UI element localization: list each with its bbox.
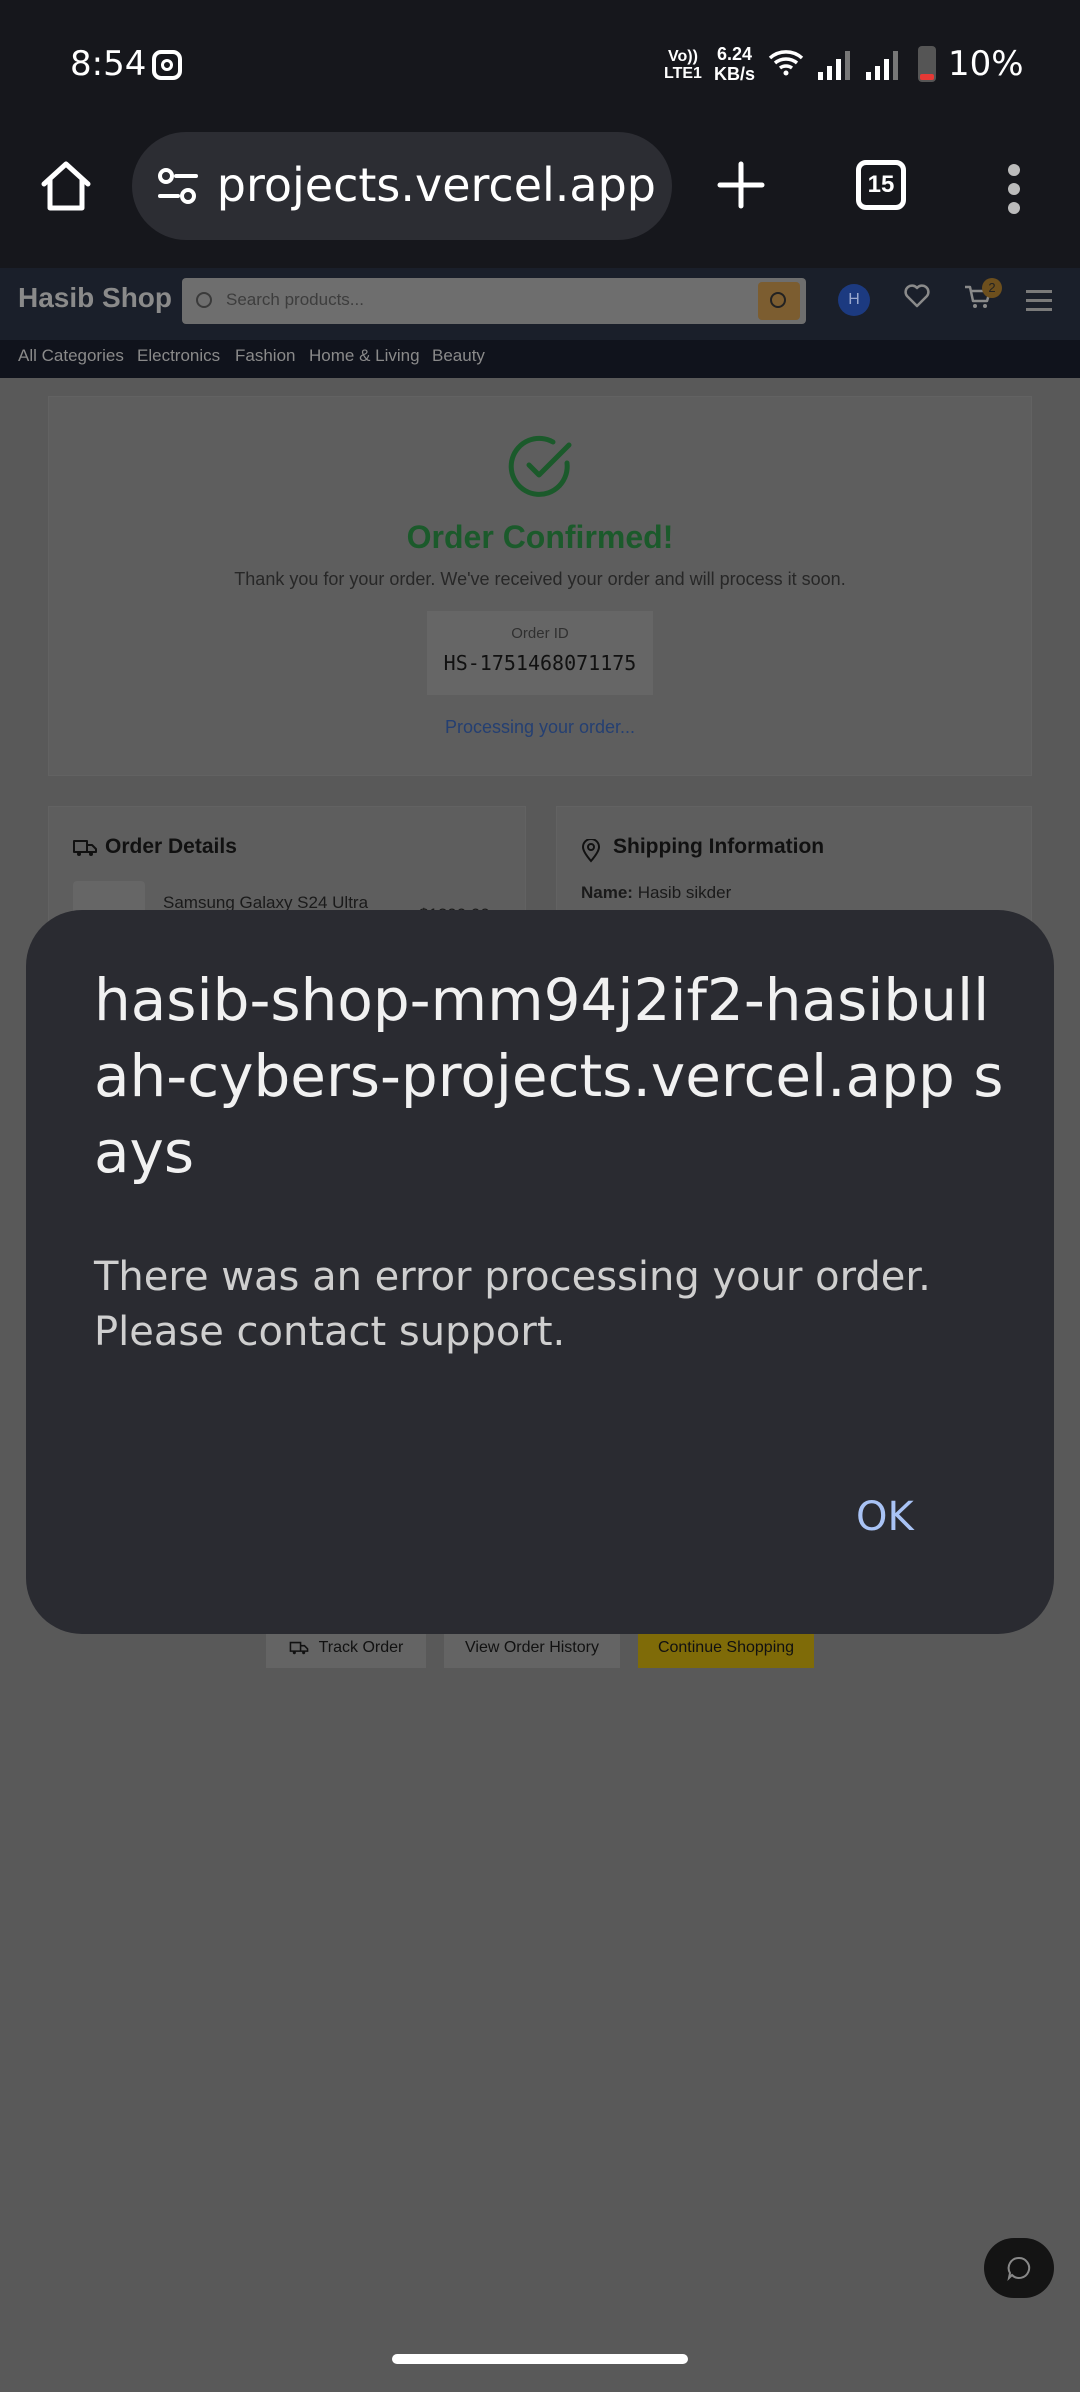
alert-dialog: hasib-shop-mm94j2if2-hasibullah-cybers-p…	[26, 910, 1054, 1634]
network-speed: 6.24 KB/s	[714, 44, 756, 84]
category-nav: All Categories Electronics Fashion Home …	[0, 340, 1080, 378]
browser-toolbar: hasib-shop-mm94j2if2-hasibullah-cybers-p…	[0, 130, 1080, 268]
site-settings-icon[interactable]	[156, 166, 200, 206]
continue-shopping-button[interactable]: Continue Shopping	[638, 1628, 814, 1668]
search-icon	[770, 292, 786, 308]
gesture-nav-handle[interactable]	[392, 2354, 688, 2364]
chat-button[interactable]	[984, 2238, 1054, 2298]
instagram-icon	[152, 50, 182, 80]
tab-switcher-button[interactable]: 15	[856, 160, 906, 210]
order-details-title: Order Details	[105, 835, 237, 858]
wishlist-icon[interactable]	[904, 284, 930, 308]
search-placeholder: Search products...	[226, 290, 364, 309]
order-id-box: Order ID HS-1751468071175	[427, 611, 653, 695]
search-button[interactable]	[758, 282, 800, 320]
avatar[interactable]: H	[838, 284, 870, 316]
wifi-icon	[768, 50, 804, 76]
volte-icon: Vo)) LTE1	[664, 48, 702, 82]
nav-beauty[interactable]: Beauty	[432, 346, 485, 366]
signal-icon-2	[866, 51, 898, 80]
dialog-title: hasib-shop-mm94j2if2-hasibullah-cybers-p…	[94, 966, 1004, 1186]
search-icon	[196, 292, 212, 308]
status-bar: 8:54 Vo)) LTE1 6.24 KB/s 10%	[0, 0, 1080, 130]
location-pin-icon	[581, 839, 601, 863]
signal-icon	[818, 51, 850, 80]
confirmation-message: Thank you for your order. We've received…	[234, 569, 846, 589]
site-header: Hasib Shop Search products... H 2	[0, 268, 1080, 340]
shop-logo[interactable]: Hasib Shop	[18, 282, 172, 314]
confirmation-title: Order Confirmed!	[406, 519, 674, 555]
nav-home-living[interactable]: Home & Living	[309, 346, 420, 366]
cart-count-badge: 2	[982, 278, 1002, 298]
chat-icon	[1007, 2256, 1031, 2281]
dialog-message: There was an error processing your order…	[94, 1254, 931, 1355]
url-text: hasib-shop-mm94j2if2-hasibullah-cybers-p…	[216, 158, 656, 212]
shipping-title: Shipping Information	[613, 835, 825, 858]
more-options-icon[interactable]	[1006, 164, 1022, 214]
truck-icon	[289, 1641, 308, 1654]
new-tab-icon[interactable]	[716, 160, 766, 210]
order-id-label: Order ID	[511, 625, 569, 642]
search-input[interactable]: Search products...	[182, 278, 806, 324]
check-circle-icon	[508, 435, 572, 497]
nav-fashion[interactable]: Fashion	[235, 346, 295, 366]
ok-button[interactable]: OK	[856, 1494, 914, 1540]
clock: 8:54	[70, 44, 147, 84]
battery-percent: 10%	[948, 44, 1024, 84]
address-bar[interactable]: hasib-shop-mm94j2if2-hasibullah-cybers-p…	[132, 132, 672, 240]
order-confirmation-card: Order Confirmed! Thank you for your orde…	[48, 396, 1032, 776]
order-id-value: HS-1751468071175	[443, 651, 637, 675]
shipping-name: Name: Hasib sikder	[581, 883, 732, 902]
view-order-history-button[interactable]: View Order History	[444, 1628, 620, 1668]
truck-icon	[73, 840, 97, 856]
home-icon[interactable]	[38, 160, 94, 212]
menu-icon[interactable]	[1026, 290, 1052, 317]
processing-status: Processing your order...	[444, 717, 636, 737]
nav-electronics[interactable]: Electronics	[137, 346, 220, 366]
track-order-button[interactable]: Track Order	[266, 1628, 426, 1668]
nav-all-categories[interactable]: All Categories	[18, 346, 124, 366]
battery-icon	[918, 46, 936, 82]
